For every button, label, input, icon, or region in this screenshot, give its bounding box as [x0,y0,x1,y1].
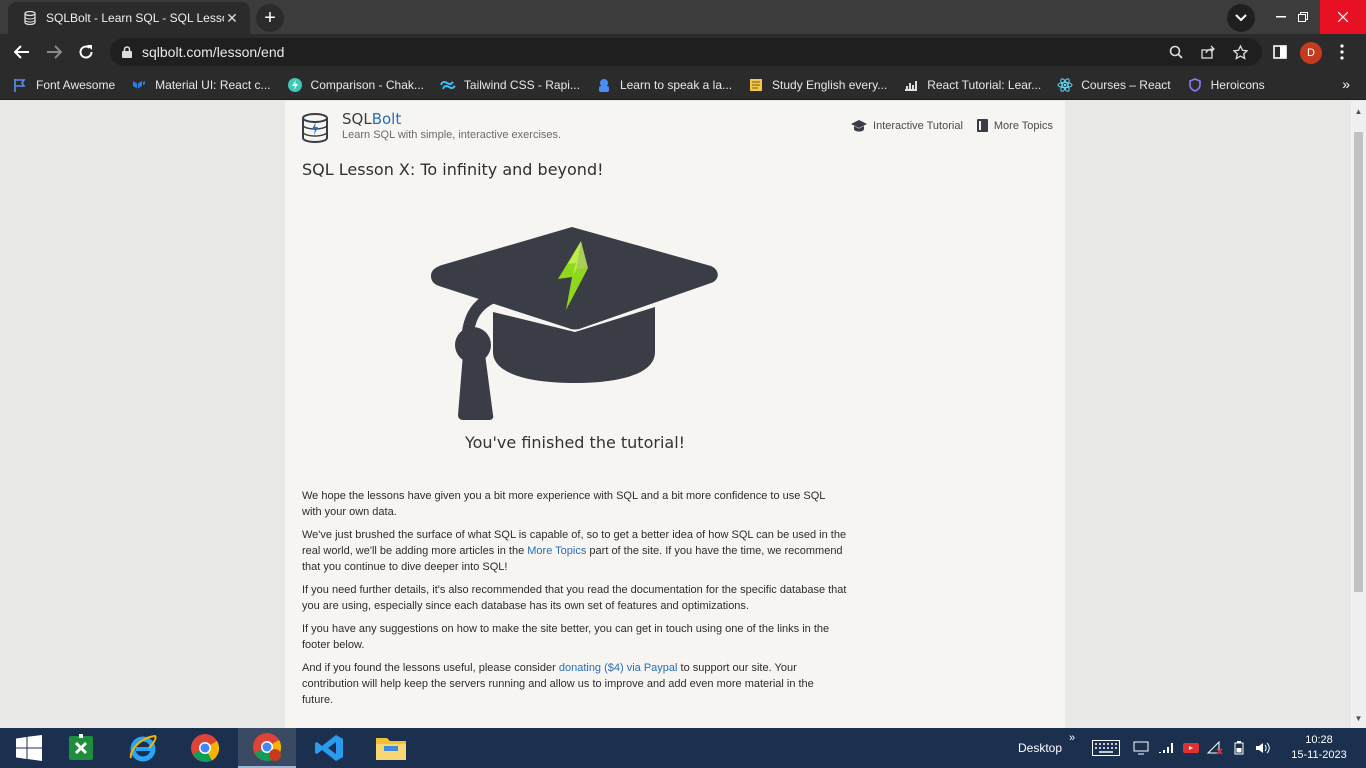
scroll-down-icon[interactable]: ▼ [1354,714,1363,724]
chakra-icon [287,77,303,93]
signal-icon[interactable] [1156,728,1178,768]
lesson-body: We hope the lessons have given you a bit… [302,488,847,715]
bookmark-item[interactable]: Learn to speak a la... [596,77,732,93]
flag-icon [12,77,28,93]
bookmark-item[interactable]: Material UI: React c... [131,77,271,93]
new-tab-button[interactable]: + [256,4,284,32]
address-bar[interactable]: sqlbolt.com/lesson/end [110,38,1262,66]
sqlbolt-favicon-icon [22,10,38,26]
more-topics-inline-link[interactable]: More Topics [527,545,586,557]
arrow-left-icon [14,45,29,59]
url-text: sqlbolt.com/lesson/end [142,44,285,60]
bookmark-star-icon[interactable] [1228,40,1252,64]
forward-button[interactable] [42,40,66,64]
toolbar-expand-icon[interactable]: » [1069,732,1075,744]
paragraph: If you have any suggestions on how to ma… [302,623,830,651]
system-clock[interactable]: 10:28 15-11-2023 [1284,733,1354,763]
bookmark-item[interactable]: Tailwind CSS - Rapi... [439,77,580,93]
graduation-cap-illustration-icon [431,227,718,420]
kebab-menu-icon[interactable] [1330,40,1354,64]
page-scrollbar[interactable]: ▲ ▼ [1351,101,1366,728]
donate-link[interactable]: donating ($4) via Paypal [559,662,678,674]
book-icon [976,119,988,132]
paragraph: We hope the lessons have given you a bit… [302,490,826,518]
excel-app-icon[interactable] [52,728,110,768]
duolingo-icon [596,77,612,93]
arrow-right-icon [47,45,62,59]
tutorial-finished-heading: You've finished the tutorial! [464,433,686,452]
zoom-icon[interactable] [1164,40,1188,64]
vscode-app-icon[interactable] [300,728,358,768]
window-close-button[interactable] [1320,0,1366,34]
windows-logo-icon [16,735,42,761]
more-topics-link[interactable]: More Topics [976,119,1053,132]
wifi-disconnected-icon[interactable] [1204,728,1226,768]
react-icon [1057,77,1073,93]
paragraph: And if you found the lessons useful, ple… [302,662,814,706]
tailwind-icon [439,77,456,93]
chrome-app-icon[interactable] [176,728,234,768]
clock-time: 10:28 [1305,734,1333,746]
notification-app-icon[interactable] [1180,728,1202,768]
reload-button[interactable] [74,40,98,64]
scrollbar-thumb[interactable] [1354,132,1363,592]
bookmark-item[interactable]: Comparison - Chak... [287,77,424,93]
browser-tab-bar: SQLBolt - Learn SQL - SQL Lesson ✕ + [0,0,1366,34]
scroll-up-icon[interactable]: ▲ [1354,107,1363,117]
mui-icon [131,77,147,93]
clock-date: 15-11-2023 [1291,749,1347,761]
tab-search-button[interactable] [1227,4,1255,32]
paragraph: We've just brushed the surface of what S… [302,529,847,573]
profile-avatar[interactable]: D [1300,42,1322,64]
start-button[interactable] [0,728,58,768]
chevron-down-icon [1235,14,1247,22]
windows-taskbar: Desktop » 10:28 15-11-2023 [0,728,1366,768]
graduation-cap-icon [851,119,868,132]
side-panel-icon[interactable] [1268,40,1292,64]
browser-toolbar: sqlbolt.com/lesson/end D [0,34,1366,70]
battery-icon[interactable] [1228,728,1250,768]
sqlbolt-logo-icon[interactable] [301,113,329,143]
back-button[interactable] [10,40,34,64]
desktop-toolbar-label[interactable]: Desktop [1018,741,1062,755]
tab-close-icon[interactable]: ✕ [224,10,240,27]
bookmark-item[interactable]: React Tutorial: Lear... [903,77,1041,93]
tab-title: SQLBolt - Learn SQL - SQL Lesson [46,11,224,25]
volume-icon[interactable] [1252,728,1274,768]
keyboard-icon[interactable] [1090,728,1122,768]
file-explorer-icon[interactable] [362,728,420,768]
network-monitor-icon[interactable] [1130,728,1152,768]
share-icon[interactable] [1196,40,1220,64]
site-brand[interactable]: SQLBolt [342,110,401,128]
internet-explorer-icon[interactable] [114,728,172,768]
bookmarks-bar: Font Awesome Material UI: React c... Com… [0,70,1366,100]
chart-icon [903,77,919,93]
bookmark-item[interactable]: Heroicons [1187,77,1265,93]
reload-icon [79,45,93,59]
bookmark-item[interactable]: Study English every... [748,77,887,93]
top-nav: Interactive Tutorial More Topics [837,119,1053,132]
bookmark-item[interactable]: Courses – React [1057,77,1171,93]
page-title: SQL Lesson X: To infinity and beyond! [302,160,604,179]
active-tab[interactable]: SQLBolt - Learn SQL - SQL Lesson ✕ [8,2,250,34]
bookmark-item[interactable]: Font Awesome [12,77,115,93]
shield-icon [1187,77,1203,93]
main-content: SQLBolt Learn SQL with simple, interacti… [285,101,1065,728]
site-tagline: Learn SQL with simple, interactive exerc… [342,129,562,141]
paragraph: If you need further details, it's also r… [302,584,847,612]
bookmarks-overflow-icon[interactable]: » [1342,76,1350,92]
interactive-tutorial-link[interactable]: Interactive Tutorial [851,119,963,132]
notebook-icon [748,77,764,93]
page-viewport: SQLBolt Learn SQL with simple, interacti… [0,101,1366,728]
chrome-profile-app-icon[interactable] [238,728,296,768]
lock-icon[interactable] [122,46,132,58]
